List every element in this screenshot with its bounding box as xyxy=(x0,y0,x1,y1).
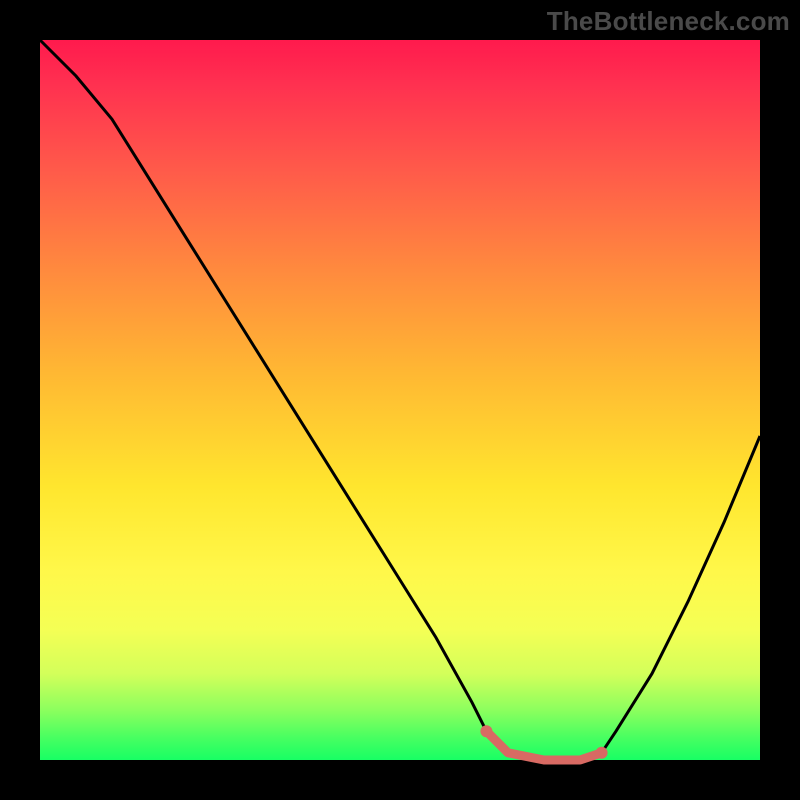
watermark-text: TheBottleneck.com xyxy=(547,6,790,37)
plot-area xyxy=(40,40,760,760)
chart-container: TheBottleneck.com xyxy=(0,0,800,800)
line-plot-svg xyxy=(40,40,760,760)
marker-dot xyxy=(480,725,492,737)
curve-line xyxy=(40,40,760,760)
marker-segment xyxy=(486,731,601,760)
marker-dot xyxy=(596,747,608,759)
